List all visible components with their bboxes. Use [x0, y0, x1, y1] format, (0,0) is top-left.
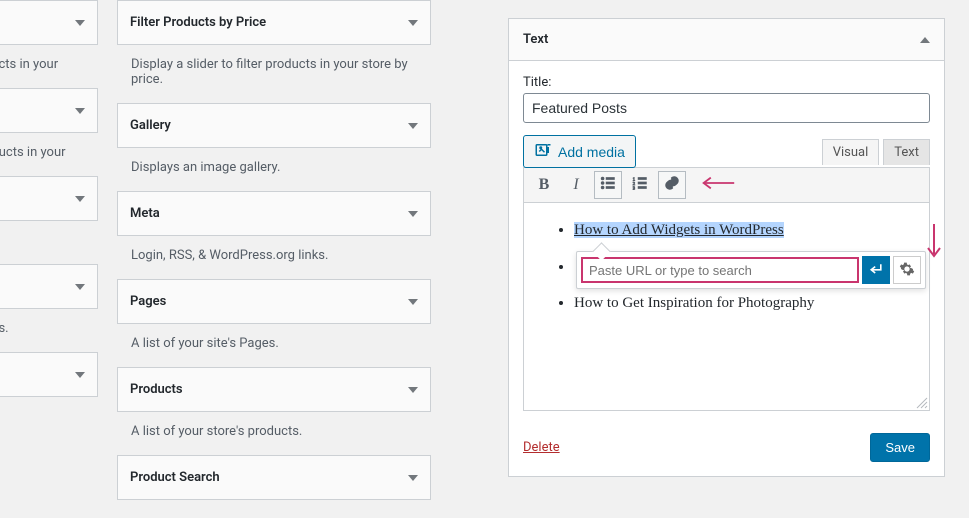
- link-icon: [663, 174, 681, 196]
- title-input[interactable]: [523, 93, 930, 123]
- caret-down-icon: [75, 372, 85, 378]
- link-url-input[interactable]: [581, 257, 859, 283]
- widget-item[interactable]: [0, 264, 98, 309]
- tab-text[interactable]: Text: [883, 139, 930, 165]
- link-button[interactable]: [658, 171, 686, 199]
- widget-gallery[interactable]: Gallery: [117, 103, 431, 148]
- widget-desc: A list of your store's products.: [117, 424, 431, 455]
- list-item[interactable]: How to Add Widgets in WordPress: [574, 219, 911, 242]
- delete-link[interactable]: Delete: [523, 440, 560, 455]
- add-media-label: Add media: [558, 144, 625, 160]
- widget-title: Filter Products by Price: [130, 15, 266, 30]
- widget-products[interactable]: Products: [117, 367, 431, 412]
- add-media-button[interactable]: Add media: [523, 135, 636, 168]
- editor-content[interactable]: How to Add Widgets in WordPress How to G…: [523, 203, 930, 411]
- caret-down-icon: [408, 299, 418, 305]
- widget-desc: Login, RSS, & WordPress.org links.: [117, 248, 431, 279]
- widget-item[interactable]: [0, 352, 98, 397]
- svg-text:3: 3: [633, 185, 636, 190]
- widget-editor-panel: Text Title: Add media Visual Text B I: [508, 18, 945, 477]
- widget-product-search[interactable]: Product Search: [117, 455, 431, 500]
- widget-title: Meta: [130, 206, 160, 221]
- widget-meta[interactable]: Meta: [117, 191, 431, 236]
- link-popover: [576, 251, 926, 289]
- resize-handle-icon[interactable]: [914, 395, 928, 409]
- widget-desc: Displays an image gallery.: [117, 160, 431, 191]
- caret-down-icon: [408, 20, 418, 26]
- bulleted-list-button[interactable]: [594, 171, 622, 199]
- caret-up-icon: [920, 37, 930, 43]
- caret-down-icon: [408, 475, 418, 481]
- widget-title: Products: [130, 382, 183, 397]
- annotation-arrow-down: [923, 222, 945, 267]
- widget-item[interactable]: [0, 176, 98, 221]
- enter-icon: [868, 261, 884, 280]
- widget-title: Gallery: [130, 118, 171, 133]
- link-settings-button[interactable]: [893, 256, 921, 284]
- italic-button[interactable]: I: [562, 171, 590, 199]
- media-icon: [534, 141, 552, 162]
- tab-visual[interactable]: Visual: [822, 139, 880, 165]
- save-button[interactable]: Save: [870, 433, 930, 462]
- widget-desc: ar.: [0, 233, 98, 264]
- panel-title: Text: [523, 32, 548, 47]
- caret-down-icon: [75, 284, 85, 290]
- caret-down-icon: [408, 211, 418, 217]
- widget-title: Pages: [130, 294, 166, 309]
- editor-toolbar: B I 123: [523, 167, 930, 203]
- widget-item[interactable]: [0, 0, 98, 45]
- list-ul-icon: [599, 174, 617, 196]
- bold-button[interactable]: B: [530, 171, 558, 199]
- list-item[interactable]: How to Get Inspiration for Photography: [574, 292, 911, 315]
- caret-down-icon: [408, 123, 418, 129]
- widget-title: Product Search: [130, 470, 220, 485]
- selected-text: How to Add Widgets in WordPress: [574, 222, 784, 238]
- widget-filter-price[interactable]: Filter Products by Price: [117, 0, 431, 45]
- title-label: Title:: [523, 75, 930, 90]
- widget-desc: Display a slider to filter products in y…: [117, 57, 431, 103]
- widget-item[interactable]: [0, 88, 98, 133]
- caret-down-icon: [408, 387, 418, 393]
- caret-down-icon: [75, 196, 85, 202]
- numbered-list-button[interactable]: 123: [626, 171, 654, 199]
- gear-icon: [899, 261, 915, 280]
- caret-down-icon: [75, 20, 85, 26]
- caret-down-icon: [75, 108, 85, 114]
- widget-desc: ducts in your: [0, 57, 98, 88]
- widget-pages[interactable]: Pages: [117, 279, 431, 324]
- widget-desc: ries.: [0, 321, 98, 352]
- apply-link-button[interactable]: [862, 256, 890, 284]
- panel-header[interactable]: Text: [509, 19, 944, 61]
- widget-desc: A list of your site's Pages.: [117, 336, 431, 367]
- list-ol-icon: 123: [631, 174, 649, 196]
- widget-desc: oducts in your: [0, 145, 98, 176]
- annotation-arrow-left: [700, 174, 736, 196]
